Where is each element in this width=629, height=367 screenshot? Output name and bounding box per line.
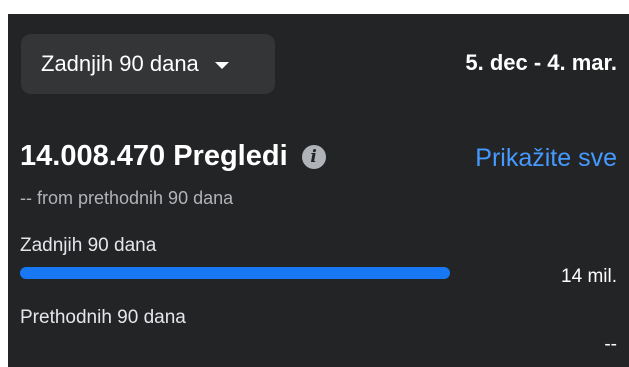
current-period-bar-track bbox=[20, 267, 450, 279]
period-dropdown[interactable]: Zadnjih 90 dana bbox=[21, 34, 275, 94]
period-dropdown-label: Zadnjih 90 dana bbox=[41, 51, 199, 76]
views-total: 14.008.470 Pregledi bbox=[20, 140, 288, 172]
info-icon[interactable]: i bbox=[301, 144, 326, 169]
comparison-text: -- from prethodnih 90 dana bbox=[20, 188, 234, 208]
current-period-bar bbox=[20, 267, 450, 279]
current-period-label: Zadnjih 90 dana bbox=[20, 235, 157, 256]
metric-row: 14.008.470 Pregledi i bbox=[20, 140, 326, 173]
current-period-value: 14 mil. bbox=[561, 266, 617, 287]
previous-period-value: -- bbox=[604, 334, 617, 355]
caret-down-icon bbox=[214, 61, 229, 69]
see-all-link[interactable]: Prikažite sve bbox=[475, 144, 617, 173]
insights-panel: Zadnjih 90 dana 5. dec - 4. mar. 14.008.… bbox=[8, 14, 629, 367]
date-range: 5. dec - 4. mar. bbox=[465, 50, 617, 75]
previous-period-label: Prethodnih 90 dana bbox=[20, 307, 186, 328]
